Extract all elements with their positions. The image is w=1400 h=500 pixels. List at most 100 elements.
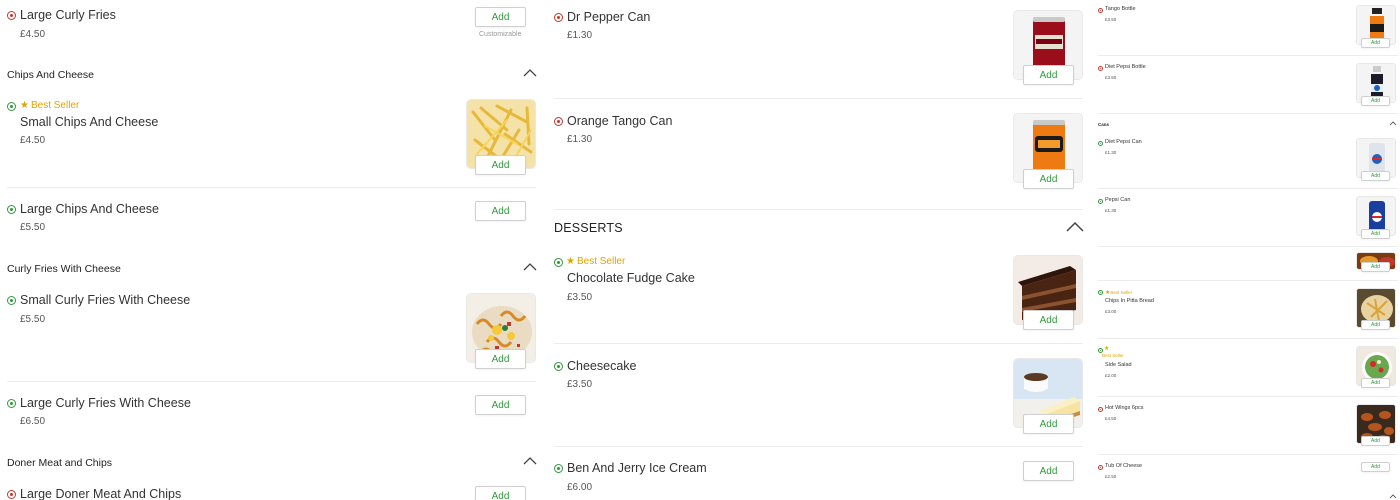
item-price: £6.50 xyxy=(20,416,46,427)
category-title: Chips And Cheese xyxy=(7,69,94,81)
add-button[interactable]: Add xyxy=(1023,461,1074,481)
item-divider xyxy=(1098,338,1398,339)
item-divider xyxy=(1098,113,1398,114)
item-divider xyxy=(1098,188,1398,189)
item-name: Tango Bottle xyxy=(1105,6,1136,12)
category-title: Cans xyxy=(1098,122,1110,127)
category-title: Curly Fries With Cheese xyxy=(7,263,121,275)
item-name: Small Chips And Cheese xyxy=(20,115,159,129)
veg-indicator-icon xyxy=(554,258,563,267)
nonveg-indicator-icon xyxy=(1098,407,1103,412)
item-name: Large Chips And Cheese xyxy=(20,202,159,216)
add-button[interactable]: Add xyxy=(1023,169,1074,189)
item-name: Diet Pepsi Bottle xyxy=(1105,64,1146,70)
add-button[interactable]: Add xyxy=(1361,462,1390,472)
item-price: £1.30 xyxy=(567,134,593,145)
best-seller-label: Best Seller xyxy=(576,256,626,267)
item-name: Large Curly Fries xyxy=(20,8,116,22)
add-button[interactable]: Add xyxy=(1361,38,1390,48)
item-divider xyxy=(1098,396,1398,397)
add-button[interactable]: Add xyxy=(1361,96,1390,106)
item-price: £1.30 xyxy=(1105,150,1117,155)
item-divider xyxy=(1098,246,1398,247)
nonveg-indicator-icon xyxy=(7,490,16,499)
item-name: Small Curly Fries With Cheese xyxy=(20,293,191,307)
nonveg-indicator-icon xyxy=(554,117,563,126)
item-price: £4.50 xyxy=(1105,416,1117,421)
veg-indicator-icon xyxy=(1098,141,1103,146)
add-button[interactable]: Add xyxy=(475,395,526,415)
veg-indicator-icon xyxy=(554,464,563,473)
item-name: Large Curly Fries With Cheese xyxy=(20,396,191,410)
menu-column-left: Large Curly Fries £4.50 Add Customizable… xyxy=(0,0,545,500)
chevron-up-icon[interactable] xyxy=(1066,220,1084,232)
chevron-up-icon[interactable] xyxy=(523,262,537,271)
item-name: Orange Tango Can xyxy=(567,114,673,128)
best-seller-label: Best Seller xyxy=(1110,290,1133,295)
veg-indicator-icon xyxy=(7,399,16,408)
item-price: £3.50 xyxy=(567,292,593,303)
add-button[interactable]: Add xyxy=(475,486,526,500)
best-seller-badge: ★Best Seller xyxy=(20,100,79,111)
add-button[interactable]: Add xyxy=(1023,414,1074,434)
customizable-label: Customizable xyxy=(479,31,522,38)
item-price: £1.30 xyxy=(567,30,593,41)
item-price: £1.30 xyxy=(1105,208,1117,213)
add-button[interactable]: Add xyxy=(1361,436,1390,446)
menu-column-middle: Dr Pepper Can £1.30 Add Orange Tango Can… xyxy=(547,0,1092,500)
add-button[interactable]: Add xyxy=(1361,171,1390,181)
chevron-up-icon[interactable] xyxy=(523,456,537,465)
item-price: £4.50 xyxy=(20,135,46,146)
best-seller-label: Best Seller xyxy=(30,100,80,111)
star-icon: ★ xyxy=(20,100,29,111)
nonveg-indicator-icon xyxy=(1098,66,1103,71)
nonveg-indicator-icon xyxy=(7,11,16,20)
best-seller-label: Best Seller xyxy=(1102,353,1124,358)
item-name: Tub Of Cheese xyxy=(1105,463,1143,469)
chevron-up-icon[interactable] xyxy=(523,68,537,77)
item-price: £6.00 xyxy=(567,482,593,493)
veg-indicator-icon xyxy=(1098,199,1103,204)
veg-indicator-icon xyxy=(7,296,16,305)
item-divider xyxy=(1098,55,1398,56)
item-price: £2.50 xyxy=(1105,474,1117,479)
item-price: £5.50 xyxy=(20,222,46,233)
item-price: £3.50 xyxy=(1105,17,1117,22)
item-divider xyxy=(7,187,536,188)
item-divider xyxy=(554,343,1083,344)
item-divider xyxy=(1098,454,1398,455)
add-button[interactable]: Add xyxy=(1023,310,1074,330)
veg-indicator-icon xyxy=(7,205,16,214)
item-name: Chocolate Fudge Cake xyxy=(567,271,695,285)
add-button[interactable]: Add xyxy=(1361,229,1390,239)
chevron-up-icon[interactable] xyxy=(1389,494,1397,499)
add-button[interactable]: Add xyxy=(1361,262,1390,272)
item-name: Diet Pepsi Can xyxy=(1105,139,1142,145)
item-name: Dr Pepper Can xyxy=(567,10,651,24)
add-button[interactable]: Add xyxy=(1023,65,1074,85)
item-price: £3.00 xyxy=(1105,309,1117,314)
item-name: Side Salad xyxy=(1105,362,1132,368)
item-name: Ben And Jerry Ice Cream xyxy=(567,461,707,475)
category-title: DESSERTS xyxy=(554,221,623,235)
add-button[interactable]: Add xyxy=(475,349,526,369)
best-seller-badge: ★Best Seller xyxy=(1105,289,1132,296)
category-title: Doner Meat and Chips xyxy=(7,457,113,469)
chevron-up-icon[interactable] xyxy=(1389,121,1397,126)
add-button[interactable]: Add xyxy=(1361,320,1390,330)
veg-indicator-icon xyxy=(1098,290,1103,295)
item-divider xyxy=(554,98,1083,99)
veg-indicator-icon xyxy=(7,102,16,111)
add-button[interactable]: Add xyxy=(475,201,526,221)
item-name: Cheesecake xyxy=(567,359,637,373)
nonveg-indicator-icon xyxy=(1098,8,1103,13)
star-icon: ★ xyxy=(1104,346,1110,352)
add-button[interactable]: Add xyxy=(1361,378,1390,388)
item-divider xyxy=(554,446,1083,447)
item-name: Large Doner Meat And Chips xyxy=(20,487,182,500)
item-price: £5.50 xyxy=(20,314,46,325)
add-button[interactable]: Add xyxy=(475,7,526,27)
star-icon: ★ xyxy=(566,256,575,267)
item-price: £2.00 xyxy=(1105,373,1117,378)
add-button[interactable]: Add xyxy=(475,155,526,175)
